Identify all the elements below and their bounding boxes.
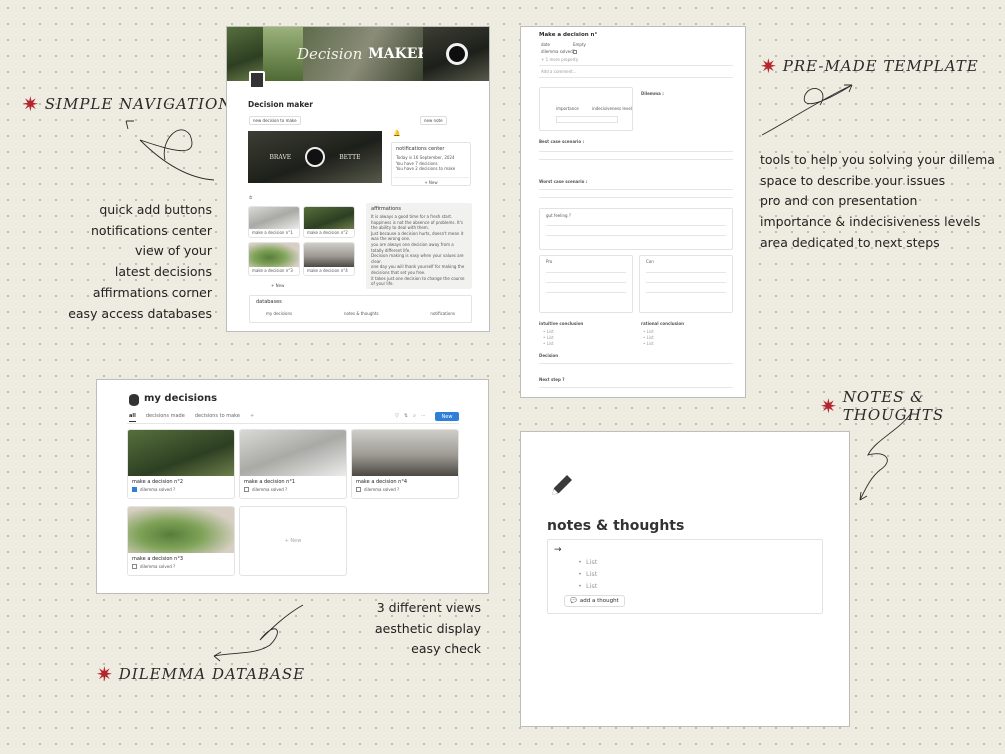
tab-all[interactable]: all bbox=[129, 413, 136, 422]
affirmation: one day you will thank yourself for maki… bbox=[371, 264, 465, 275]
databases-block: databases my decisions notes & thoughts … bbox=[249, 295, 472, 323]
checkbox[interactable] bbox=[356, 487, 361, 493]
notes-title: notes & thoughts bbox=[547, 518, 685, 534]
gut-feeling-box: gut feeling ? bbox=[539, 208, 733, 250]
bottom-feature-list: 3 different views aesthetic display easy… bbox=[375, 600, 481, 657]
decision-maker-panel: Decision MAKER Decision maker new decisi… bbox=[226, 26, 490, 332]
affirmations-corner: affirmations It is always a good time fo… bbox=[366, 203, 472, 289]
database-link-notes[interactable]: notes & thoughts bbox=[344, 311, 379, 317]
levels-box: importance indecisiveness level bbox=[539, 87, 633, 131]
coffee-cup-icon bbox=[446, 43, 468, 65]
card-cover bbox=[304, 243, 354, 267]
arrow-head bbox=[213, 651, 222, 662]
database-title: my decisions bbox=[144, 393, 218, 404]
decision-card[interactable]: make a decision n°4 dilemma solved ? bbox=[351, 429, 459, 499]
toolbar-icons: ▽ ⇅ ⌕ ··· bbox=[395, 413, 426, 419]
clock-icon: ⏱ bbox=[249, 195, 253, 200]
database-panel: my decisions all decisions made decision… bbox=[96, 379, 489, 594]
list-item[interactable]: • List bbox=[578, 582, 597, 590]
database-link-notifications[interactable]: notifications bbox=[430, 311, 455, 317]
sort-icon[interactable]: ⇅ bbox=[404, 413, 408, 419]
card-cover bbox=[240, 430, 346, 476]
tab-decisions-to-make[interactable]: decisions to make bbox=[195, 413, 240, 422]
chat-icon: 💬 bbox=[570, 598, 577, 604]
list-item[interactable]: • List bbox=[578, 558, 597, 566]
decision-card[interactable]: make a decision n°3 dilemma solved ? bbox=[127, 506, 235, 576]
affirmation: you are always one decision away from a … bbox=[371, 241, 454, 253]
level-input[interactable] bbox=[556, 116, 618, 123]
add-thought-button[interactable]: 💬 add a thought bbox=[564, 595, 625, 607]
new-decision-card[interactable]: + New bbox=[271, 283, 284, 289]
card-cover bbox=[249, 207, 299, 229]
solved-checkbox[interactable] bbox=[573, 50, 577, 54]
card-cover bbox=[128, 507, 234, 553]
arrow-doodle-database bbox=[213, 604, 304, 657]
list-item[interactable]: • List bbox=[578, 570, 597, 578]
arrow-icon: → bbox=[554, 545, 562, 555]
affirmation: Just because a decision hurts, doesn't m… bbox=[371, 230, 464, 242]
database-link-decisions[interactable]: my decisions bbox=[266, 311, 292, 317]
search-icon[interactable]: ⌕ bbox=[413, 413, 416, 419]
notes-panel: notes & thoughts → • List • List • List … bbox=[520, 431, 850, 727]
bell-icon: 🔔 bbox=[393, 130, 401, 137]
decision-card[interactable]: make a decision n°3 bbox=[248, 242, 300, 276]
filter-icon[interactable]: ▽ bbox=[395, 413, 399, 419]
coffee-cup-icon bbox=[305, 147, 326, 167]
card-cover bbox=[249, 243, 299, 267]
checkbox[interactable] bbox=[132, 564, 137, 570]
hand-drawn-arrows bbox=[125, 84, 913, 662]
more-icon[interactable]: ··· bbox=[421, 413, 426, 419]
affirmation: Decision making is easy when your values… bbox=[371, 253, 464, 264]
database-icon bbox=[129, 394, 139, 406]
hero-image: BRAVE BETTE bbox=[248, 131, 382, 183]
template-panel: Make a decision n° date Empty dilemma so… bbox=[520, 26, 746, 398]
arrow-doodle-navigation bbox=[139, 129, 215, 181]
page-icon bbox=[249, 71, 265, 89]
decision-card[interactable]: make a decision n°1 dilemma solved ? bbox=[239, 429, 347, 499]
con-box: Con bbox=[639, 255, 733, 313]
notification-item[interactable]: You have 2 decisions to make bbox=[396, 166, 466, 172]
left-feature-list: quick add buttons notifications center v… bbox=[68, 202, 212, 321]
arrow-doodle-notes bbox=[859, 411, 913, 501]
view-tabs: all decisions made decisions to make + bbox=[129, 413, 254, 422]
checkbox[interactable] bbox=[244, 487, 249, 493]
affirmation: happiness is not the absence of problems… bbox=[371, 219, 463, 231]
arrow-doodle-template bbox=[761, 84, 853, 136]
new-notification-button[interactable]: + New bbox=[393, 177, 469, 186]
notes-callout: → • List • List • List 💬 add a thought bbox=[547, 539, 823, 614]
new-card-button[interactable]: + New bbox=[239, 506, 347, 576]
new-decision-button[interactable]: new decision to make bbox=[249, 116, 301, 125]
arrow-head bbox=[125, 120, 134, 130]
decision-card[interactable]: make a decision n°1 bbox=[248, 206, 300, 238]
new-button[interactable]: New bbox=[435, 412, 459, 421]
banner-title-image: Decision MAKER bbox=[297, 27, 429, 81]
card-cover bbox=[352, 430, 458, 476]
decision-card[interactable]: make a decision n°2 bbox=[303, 206, 355, 238]
card-cover bbox=[128, 430, 234, 476]
pencil-icon bbox=[549, 472, 575, 502]
template-title: Make a decision n° bbox=[539, 32, 598, 38]
card-cover bbox=[304, 207, 354, 229]
affirmation: it takes just one decision to change the… bbox=[371, 275, 465, 287]
checkbox-checked[interactable] bbox=[132, 487, 137, 493]
page-title: Decision maker bbox=[248, 100, 313, 109]
pro-box: Pro bbox=[539, 255, 633, 313]
tab-decisions-made[interactable]: decisions made bbox=[146, 413, 185, 422]
decision-card[interactable]: make a decision n°2 dilemma solved ? bbox=[127, 429, 235, 499]
banner-image bbox=[423, 27, 489, 81]
add-comment[interactable]: Add a comment... bbox=[541, 69, 577, 75]
banner: Decision MAKER bbox=[227, 27, 489, 81]
decision-card[interactable]: make a decision n°4 bbox=[303, 242, 355, 276]
right-feature-list: tools to help you solving your dillema s… bbox=[760, 152, 995, 250]
new-note-button[interactable]: new note bbox=[420, 116, 447, 125]
add-view-icon[interactable]: + bbox=[250, 413, 254, 422]
